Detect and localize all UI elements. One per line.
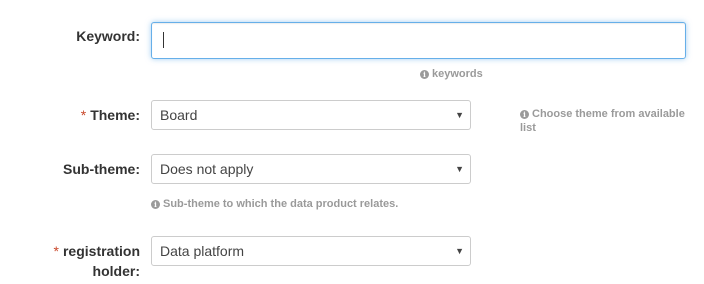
keyword-input[interactable] [151,22,686,59]
text-caret [163,32,164,48]
subtheme-selected-value: Does not apply [160,161,254,177]
info-icon: i [520,110,529,119]
theme-help: i Choose theme from available list [520,107,690,135]
keyword-help: i keywords [420,67,483,81]
caret-down-icon: ▼ [455,110,464,120]
required-marker: * [80,107,87,123]
keyword-help-text: keywords [432,68,483,80]
caret-down-icon: ▼ [455,164,464,174]
registration-holder-label-line1: * registration [54,241,140,261]
theme-selected-value: Board [160,107,198,123]
form-page: Keyword: i keywords * Theme: Board ▼ i Choo… [0,0,704,284]
keyword-label: Keyword: [76,28,140,44]
registration-holder-label-word: registration [62,243,140,259]
subtheme-help-text: Sub-theme to which the data product rela… [163,198,399,210]
theme-select[interactable]: Board ▼ [151,100,471,130]
caret-down-icon: ▼ [455,246,464,256]
required-marker: * [53,243,59,259]
subtheme-select[interactable]: Does not apply ▼ [151,154,471,184]
registration-holder-select[interactable]: Data platform ▼ [151,236,471,266]
subtheme-label: Sub-theme: [63,161,140,177]
info-icon: i [420,70,429,79]
registration-holder-label-line2: holder: [92,263,140,279]
registration-holder-selected-value: Data platform [160,243,245,259]
registration-holder-label: * registration holder: [54,241,140,281]
theme-label-text: Theme: [90,107,140,123]
subtheme-help: i Sub-theme to which the data product rel… [151,197,398,211]
theme-label: * Theme: [81,105,140,125]
theme-help-text: Choose theme from available list [520,108,685,134]
info-icon: i [151,200,160,209]
